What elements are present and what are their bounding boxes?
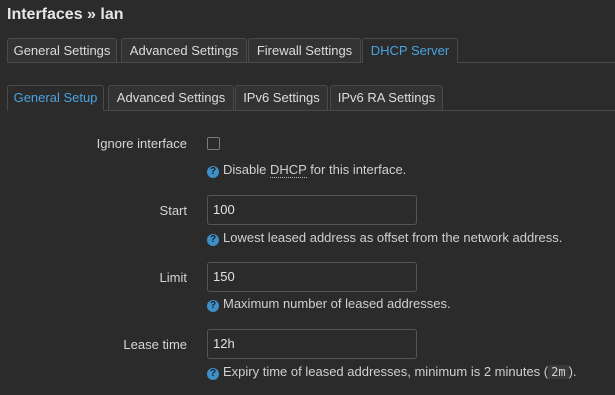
question-circle-icon: ? [207,300,219,312]
limit-label: Limit [159,270,187,285]
question-circle-icon: ? [207,234,219,246]
question-circle-icon: ? [207,368,219,380]
limit-help: ? Maximum number of leased addresses. [207,296,451,312]
start-label: Start [159,203,187,218]
limit-input[interactable]: 150 [207,262,417,292]
question-circle-icon: ? [207,166,219,178]
lease-time-help: ? Expiry time of leased addresses, minimu… [207,364,577,380]
tab-general-settings[interactable]: General Settings [7,38,117,62]
lease-time-input[interactable]: 12h [207,329,417,359]
dhcp-abbreviation: DHCP [269,162,307,178]
ignore-interface-label: Ignore interface [96,136,187,151]
ignore-interface-checkbox[interactable] [207,137,220,150]
tab-dhcp-server[interactable]: DHCP Server [362,38,458,63]
tab-dhcp-advanced-settings[interactable]: Advanced Settings [108,85,234,110]
start-help: ? Lowest leased address as offset from th… [207,230,562,246]
tab-firewall-settings[interactable]: Firewall Settings [248,38,361,62]
tab-advanced-settings[interactable]: Advanced Settings [121,38,247,62]
help-text: Maximum number of leased addresses. [223,296,451,311]
lease-time-label: Lease time [123,337,187,352]
help-text-prefix: Disable [223,162,270,177]
help-text-prefix: Expiry time of leased addresses, minimum… [223,364,549,379]
tab-general-setup[interactable]: General Setup [7,85,104,111]
tab-ipv6-ra-settings[interactable]: IPv6 RA Settings [330,85,443,110]
help-text-suffix: ). [568,364,577,379]
main-tabs: General Settings Advanced Settings Firew… [7,38,615,63]
start-input[interactable]: 100 [207,195,417,225]
sub-tabs: General Setup Advanced Settings IPv6 Set… [7,85,615,111]
tab-ipv6-settings[interactable]: IPv6 Settings [235,85,328,110]
help-text: Lowest leased address as offset from the… [223,230,563,245]
ignore-interface-help: ? Disable DHCP for this interface. [207,162,406,178]
code-sample: 2m [548,365,569,379]
help-text-suffix: for this interface. [306,162,407,177]
page-title: Interfaces » lan [7,6,124,23]
